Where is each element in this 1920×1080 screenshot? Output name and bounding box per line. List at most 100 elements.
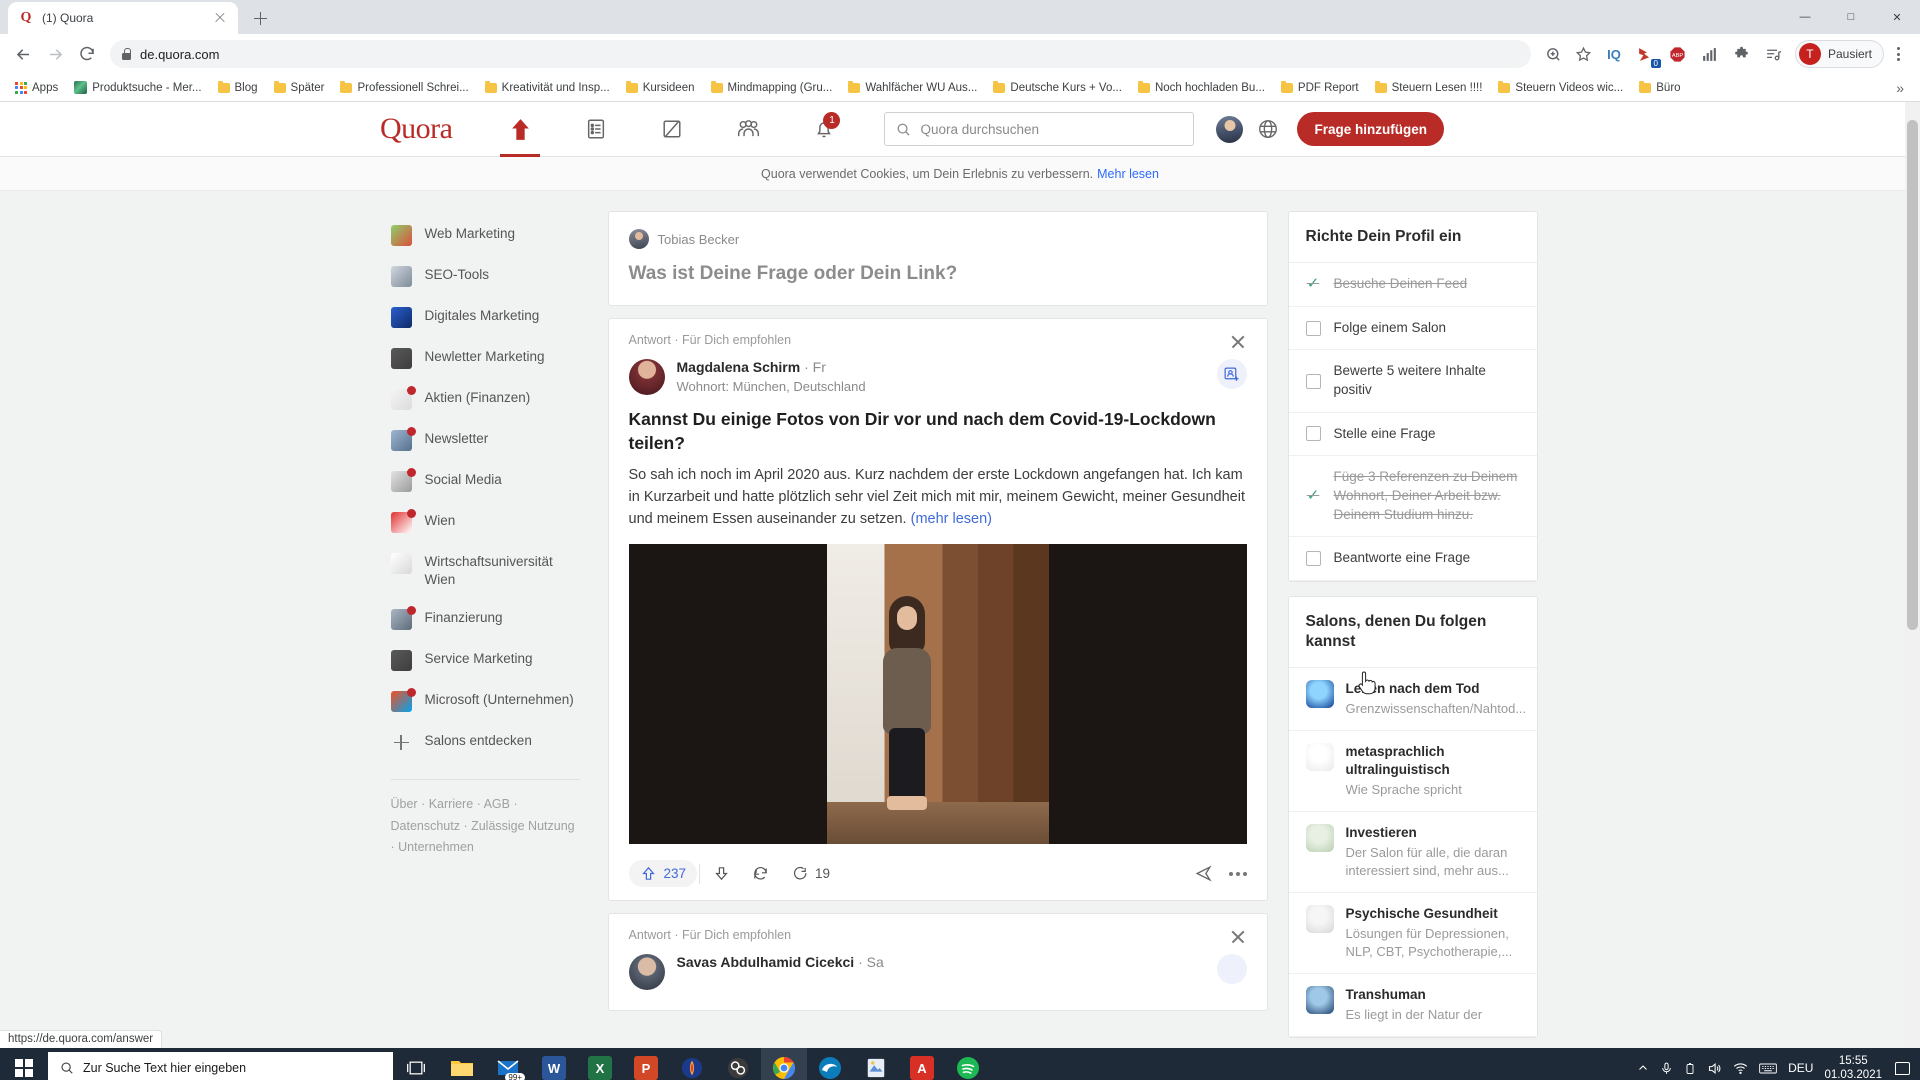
sidebar-item[interactable]: Social Media [383, 461, 588, 502]
close-tab-icon[interactable] [212, 10, 228, 26]
post-author-name[interactable]: Savas Abdulhamid Cicekci · Sa [677, 954, 884, 970]
bookmark-item[interactable]: Kursideen [619, 79, 702, 97]
file-explorer-icon[interactable] [439, 1048, 485, 1080]
nav-home-icon[interactable] [482, 102, 558, 157]
chrome-menu-icon[interactable] [1884, 39, 1912, 69]
user-avatar[interactable] [1216, 115, 1244, 143]
profile-task-item[interactable]: Stelle eine Frage [1288, 413, 1537, 457]
taskbar-clock[interactable]: 15:55 01.03.2021 [1824, 1054, 1882, 1080]
bookmarks-overflow-icon[interactable]: » [1888, 80, 1912, 96]
checkbox[interactable] [1305, 373, 1321, 389]
salon-item[interactable]: metasprachlich ultralinguistisch Wie Spra… [1288, 731, 1537, 812]
sidebar-footer-links[interactable]: Über · Karriere · AGB · Datenschutz · Zu… [383, 794, 588, 860]
puzzle-extensions-icon[interactable] [1727, 39, 1757, 69]
sidebar-item[interactable]: Microsoft (Unternehmen) [383, 681, 588, 722]
mail-icon[interactable]: 99+ [485, 1048, 531, 1080]
task-view-icon[interactable] [393, 1048, 439, 1080]
salon-item[interactable]: Leben nach dem Tod Grenzwissenschaften/Na… [1288, 668, 1537, 731]
language-globe-icon[interactable] [1257, 118, 1279, 140]
read-more-link[interactable]: (mehr lesen) [911, 511, 992, 527]
close-window-button[interactable]: ✕ [1874, 0, 1920, 34]
scrollbar-thumb[interactable] [1907, 120, 1918, 630]
profile-task-item[interactable]: Folge einem Salon [1288, 307, 1537, 351]
address-bar[interactable]: de.quora.com [110, 40, 1531, 68]
new-tab-button[interactable] [246, 4, 274, 32]
post-title[interactable]: Kannst Du einige Fotos von Dir vor und n… [609, 395, 1267, 455]
profile-task-item[interactable]: ✓ Füge 3 Referenzen zu Deinem Wohnort, De… [1288, 456, 1537, 538]
sidebar-item[interactable]: Digitales Marketing [383, 297, 588, 338]
dismiss-post-icon[interactable] [1229, 928, 1247, 946]
bookmark-item[interactable]: Noch hochladen Bu... [1131, 79, 1272, 97]
sidebar-item[interactable]: Newletter Marketing [383, 338, 588, 379]
playlist-icon[interactable] [1759, 39, 1789, 69]
bookmark-item[interactable]: Deutsche Kurs + Vo... [986, 79, 1129, 97]
profile-task-item[interactable]: Bewerte 5 weitere Inhalte positiv [1288, 350, 1537, 413]
sidebar-item[interactable]: Aktien (Finanzen) [383, 379, 588, 420]
bookmark-item[interactable]: Produktsuche - Mer... [67, 78, 208, 97]
keyboard-icon[interactable] [1759, 1062, 1777, 1075]
quora-search-box[interactable]: Quora durchsuchen [884, 112, 1195, 146]
checkbox[interactable] [1305, 426, 1321, 442]
iq-icon[interactable]: IQ [1599, 39, 1629, 69]
cookie-more-link[interactable]: Mehr lesen [1097, 167, 1159, 181]
bookmark-item[interactable]: Büro [1632, 79, 1687, 97]
reload-icon[interactable] [72, 39, 102, 69]
taskbar-search-input[interactable]: Zur Suche Text hier eingeben [48, 1052, 393, 1080]
adblock-plus-icon[interactable]: ABP [1663, 39, 1693, 69]
audacity-icon[interactable] [669, 1048, 715, 1080]
salon-item[interactable]: Psychische Gesundheit Lösungen für Depres… [1288, 893, 1537, 974]
sidebar-item[interactable]: SEO-Tools [383, 256, 588, 297]
stats-icon[interactable] [1695, 39, 1725, 69]
post-image[interactable] [628, 544, 1247, 845]
ask-question-card[interactable]: Tobias Becker Was ist Deine Frage oder D… [607, 211, 1268, 306]
spotify-icon[interactable] [945, 1048, 991, 1080]
upvote-button[interactable]: 237 [628, 860, 698, 888]
bookmark-item[interactable]: Steuern Lesen !!!! [1368, 79, 1490, 97]
nav-notifications-icon[interactable]: 1 [786, 102, 862, 157]
share-icon[interactable] [1194, 864, 1213, 883]
follow-user-icon[interactable] [1216, 954, 1247, 985]
dismiss-post-icon[interactable] [1229, 333, 1247, 351]
sidebar-item[interactable]: Web Marketing [383, 215, 588, 256]
bookmark-item[interactable]: Mindmapping (Gru... [704, 79, 840, 97]
avatar[interactable] [628, 954, 665, 991]
salon-item[interactable]: Transhuman Es liegt in der Natur der [1288, 974, 1537, 1037]
bookmark-item[interactable]: Blog [211, 79, 265, 97]
powerpoint-icon[interactable]: P [623, 1048, 669, 1080]
salon-item[interactable]: Investieren Der Salon für alle, die daran… [1288, 812, 1537, 893]
chrome-icon[interactable] [761, 1048, 807, 1080]
pocket-icon[interactable]: 0 [1631, 39, 1661, 69]
sidebar-item[interactable]: Wirtschaftsuniversität Wien [383, 543, 588, 599]
page-scrollbar[interactable] [1905, 102, 1920, 1048]
zoom-icon[interactable] [1539, 39, 1569, 69]
battery-icon[interactable] [1684, 1061, 1696, 1076]
profile-task-item[interactable]: Beantworte eine Frage [1288, 537, 1537, 581]
sidebar-item[interactable]: Newsletter [383, 420, 588, 461]
edge-icon[interactable] [807, 1048, 853, 1080]
more-options-icon[interactable] [1228, 871, 1247, 876]
follow-user-icon[interactable] [1216, 359, 1247, 389]
comment-button[interactable]: 19 [780, 860, 841, 887]
maximize-button[interactable]: □ [1828, 0, 1874, 34]
checkbox[interactable] [1305, 320, 1321, 336]
bookmark-item[interactable]: Apps [8, 79, 65, 97]
nav-spaces-icon[interactable] [710, 102, 786, 157]
bookmark-item[interactable]: Wahlfächer WU Aus... [841, 79, 984, 97]
bookmark-star-icon[interactable] [1569, 39, 1599, 69]
add-question-button[interactable]: Frage hinzufügen [1297, 112, 1444, 146]
obs-icon[interactable] [715, 1048, 761, 1080]
notification-center-icon[interactable] [1895, 1061, 1910, 1075]
bookmark-item[interactable]: Steuern Videos wic... [1491, 79, 1630, 97]
bookmark-item[interactable]: Später [267, 79, 332, 97]
nav-write-icon[interactable] [634, 102, 710, 157]
bookmark-item[interactable]: Kreativität und Insp... [478, 79, 617, 97]
sidebar-item[interactable]: Finanzierung [383, 599, 588, 640]
pdf-icon[interactable]: A [899, 1048, 945, 1080]
profile-task-item[interactable]: ✓ Besuche Deinen Feed [1288, 263, 1537, 307]
microphone-icon[interactable] [1660, 1061, 1673, 1076]
bookmark-item[interactable]: Professionell Schrei... [333, 79, 475, 97]
snipping-tool-icon[interactable] [853, 1048, 899, 1080]
post-author-name[interactable]: Magdalena Schirm · Fr [677, 359, 826, 375]
excel-icon[interactable]: X [577, 1048, 623, 1080]
word-icon[interactable]: W [531, 1048, 577, 1080]
